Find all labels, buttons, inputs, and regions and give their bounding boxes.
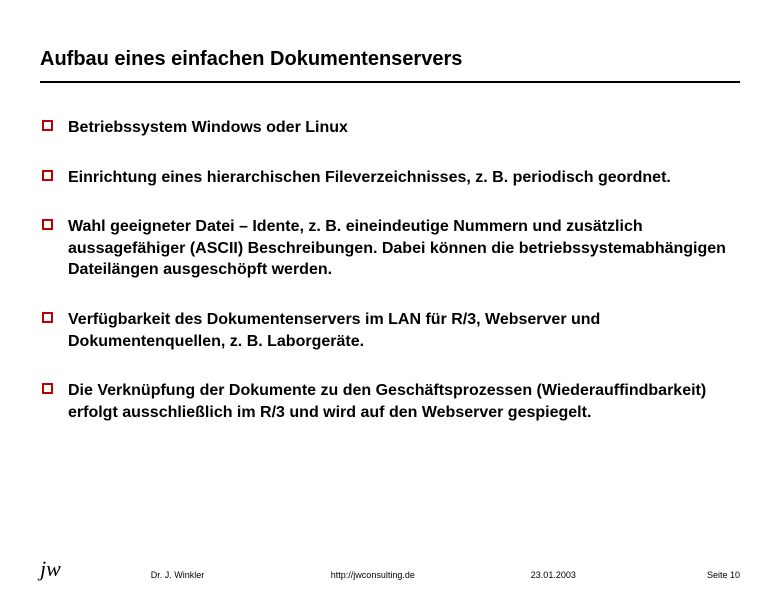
footer-date: 23.01.2003	[531, 570, 681, 580]
footer-url: http://jwconsulting.de	[331, 570, 531, 580]
bullet-text: Einrichtung eines hierarchischen Filever…	[68, 169, 671, 186]
list-item: Wahl geeigneter Datei – Idente, z. B. ei…	[40, 216, 740, 281]
square-bullet-icon	[42, 120, 53, 131]
bullet-text: Verfügbarkeit des Dokumentenservers im L…	[68, 311, 600, 350]
footer-author: Dr. J. Winkler	[151, 570, 331, 580]
footer-page: Seite 10	[707, 570, 740, 580]
list-item: Einrichtung eines hierarchischen Filever…	[40, 167, 740, 189]
square-bullet-icon	[42, 312, 53, 323]
bullet-text: Wahl geeigneter Datei – Idente, z. B. ei…	[68, 218, 726, 278]
slide: Aufbau eines einfachen Dokumentenservers…	[0, 0, 780, 423]
logo: jw	[40, 558, 61, 580]
list-item: Verfügbarkeit des Dokumentenservers im L…	[40, 309, 740, 352]
list-item: Die Verknüpfung der Dokumente zu den Ges…	[40, 380, 740, 423]
square-bullet-icon	[42, 219, 53, 230]
bullet-text: Betriebssystem Windows oder Linux	[68, 119, 348, 136]
title-divider	[40, 81, 740, 83]
square-bullet-icon	[42, 383, 53, 394]
square-bullet-icon	[42, 170, 53, 181]
bullet-text: Die Verknüpfung der Dokumente zu den Ges…	[68, 382, 706, 421]
list-item: Betriebssystem Windows oder Linux	[40, 117, 740, 139]
footer: jw Dr. J. Winkler http://jwconsulting.de…	[0, 558, 780, 580]
slide-title: Aufbau eines einfachen Dokumentenservers	[40, 48, 740, 71]
bullet-list: Betriebssystem Windows oder Linux Einric…	[40, 117, 740, 423]
